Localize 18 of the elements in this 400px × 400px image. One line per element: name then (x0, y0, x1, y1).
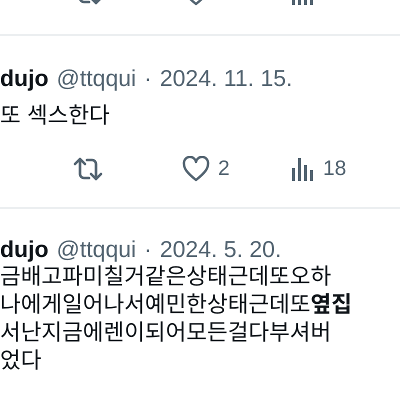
like-count: 2 (218, 157, 230, 181)
post-text-line: 금배고파미칠거같은상태근데또오하 (0, 263, 332, 291)
user-name[interactable]: dujo (0, 64, 49, 92)
views-count: 18 (323, 157, 346, 181)
post-date[interactable]: 2024. 11. 15. (160, 64, 292, 92)
separator-dot: · (144, 64, 152, 92)
user-name[interactable]: dujo (0, 235, 49, 263)
post-text-line: 서난지금에렌이되어모든걸다부셔버 (0, 319, 332, 347)
retweet-icon[interactable] (73, 156, 103, 182)
post-text-line: 나에게일어나서예민한상태근데또옆집 (0, 291, 353, 319)
bar-chart-icon[interactable] (291, 156, 315, 182)
heart-icon[interactable] (182, 156, 210, 182)
separator-dot: · (144, 235, 152, 263)
user-handle[interactable]: @ttqqui (56, 64, 136, 92)
post-text-line: 또 섹스한다 (0, 102, 111, 130)
user-handle[interactable]: @ttqqui (56, 235, 136, 263)
post-text-line: 었다 (0, 347, 42, 375)
post-date[interactable]: 2024. 5. 20. (160, 235, 282, 263)
